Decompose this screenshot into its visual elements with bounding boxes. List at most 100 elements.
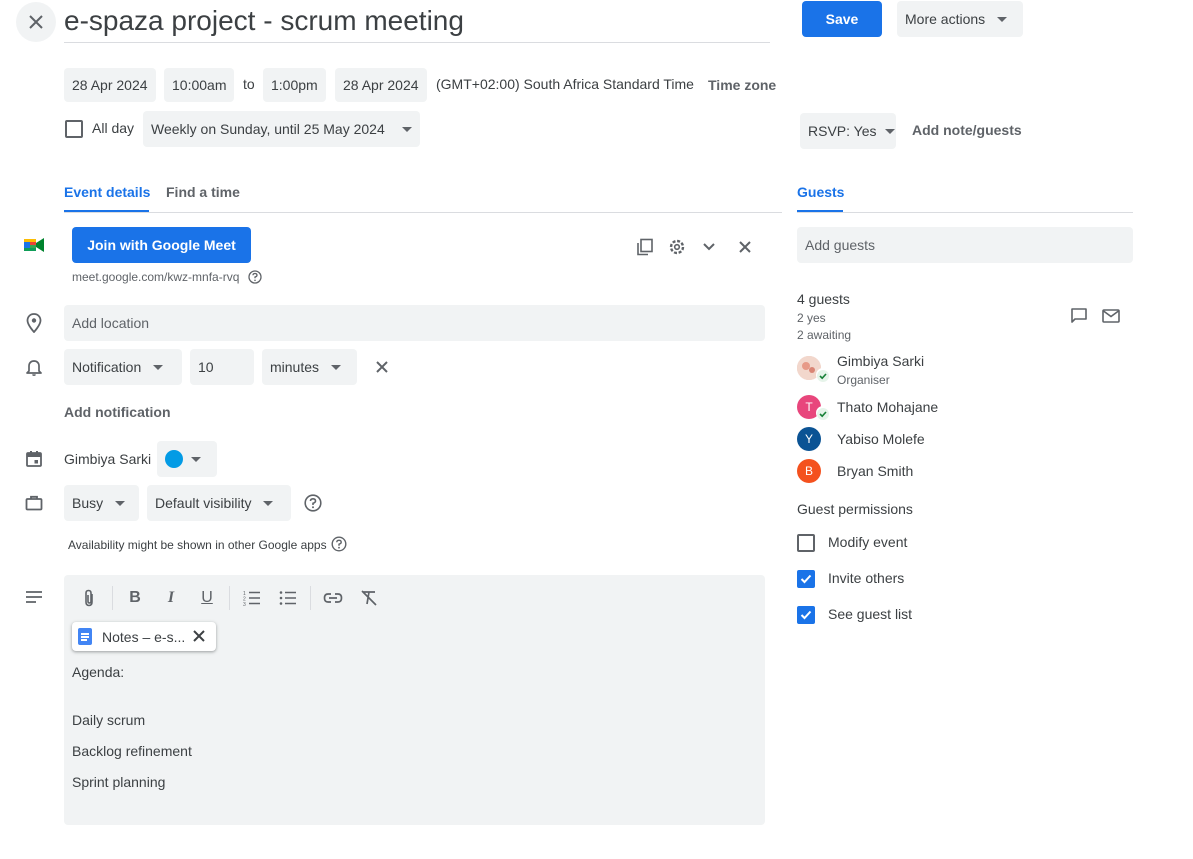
avatar-initial: Y [804, 432, 813, 446]
tab-find-a-time[interactable]: Find a time [166, 184, 240, 200]
save-button[interactable]: Save [802, 1, 882, 37]
avatar: Y [797, 427, 821, 451]
description-line: Backlog refinement [72, 743, 192, 759]
invite-others-checkbox[interactable] [797, 570, 815, 588]
notification-type-dropdown[interactable]: Notification [64, 349, 182, 385]
help-icon[interactable] [248, 270, 262, 284]
visibility-text: Default visibility [155, 495, 252, 511]
guest-row[interactable]: T Thato Mohajane [797, 395, 1133, 423]
bell-icon [24, 357, 44, 377]
numbered-list-icon[interactable]: 123 [242, 588, 262, 608]
link-icon[interactable] [323, 588, 343, 608]
remove-attachment-icon[interactable] [192, 629, 206, 643]
recurrence-dropdown[interactable]: Weekly on Sunday, until 25 May 2024 [143, 111, 420, 147]
guest-row[interactable]: B Bryan Smith [797, 459, 1133, 487]
copy-icon[interactable] [635, 237, 655, 257]
visibility-dropdown[interactable]: Default visibility [147, 485, 291, 521]
accepted-check-icon [816, 368, 830, 382]
rsvp-dropdown[interactable]: RSVP: Yes [800, 113, 896, 149]
notification-amount-input[interactable]: 10 [190, 349, 254, 385]
event-title-input[interactable]: e-spaza project - scrum meeting [64, 4, 770, 43]
start-date-text: 28 Apr 2024 [72, 77, 148, 93]
help-icon[interactable] [303, 493, 323, 513]
permission-label: Modify event [828, 534, 908, 550]
end-date-text: 28 Apr 2024 [343, 77, 419, 93]
svg-text:3: 3 [243, 602, 246, 606]
join-google-meet-button[interactable]: Join with Google Meet [72, 227, 251, 263]
accepted-check-icon [816, 406, 830, 420]
attachment-chip[interactable]: Notes – e-s... [72, 622, 216, 651]
google-meet-icon [24, 236, 44, 254]
remove-notification-icon[interactable] [372, 357, 392, 377]
meet-link[interactable]: meet.google.com/kwz-mnfa-rvq [72, 270, 239, 284]
briefcase-icon [24, 493, 44, 513]
guest-count: 4 guests [797, 291, 850, 307]
notification-unit-dropdown[interactable]: minutes [262, 349, 357, 385]
start-date-picker[interactable]: 28 Apr 2024 [64, 68, 156, 102]
chevron-down-icon [115, 500, 126, 506]
see-guest-list-checkbox[interactable] [797, 606, 815, 624]
help-icon[interactable] [331, 536, 347, 552]
all-day-checkbox[interactable] [65, 120, 83, 138]
add-guests-input[interactable]: Add guests [797, 227, 1133, 263]
calendar-color-swatch [165, 450, 183, 468]
guest-name: Bryan Smith [837, 463, 914, 479]
end-time-text: 1:00pm [271, 77, 318, 93]
location-pin-icon [24, 312, 44, 334]
guest-name: Yabiso Molefe [837, 431, 925, 447]
guest-role: Organiser [837, 373, 890, 387]
avatar-initial: T [805, 400, 813, 414]
toolbar-divider [229, 586, 230, 610]
close-icon[interactable] [16, 2, 56, 42]
location-input[interactable]: Add location [64, 305, 765, 341]
remove-meet-icon[interactable] [735, 237, 755, 257]
guest-row[interactable]: Y Yabiso Molefe [797, 427, 1133, 455]
attachment-icon[interactable] [79, 588, 99, 608]
clear-formatting-icon[interactable] [359, 588, 379, 608]
end-date-picker[interactable]: 28 Apr 2024 [335, 68, 427, 102]
start-time-picker[interactable]: 10:00am [164, 68, 235, 102]
more-actions-label: More actions [905, 11, 986, 27]
permission-label: Invite others [828, 570, 905, 586]
guest-name: Thato Mohajane [837, 399, 939, 415]
permission-label: See guest list [828, 606, 913, 622]
join-google-meet-label: Join with Google Meet [87, 237, 236, 253]
email-icon[interactable] [1101, 306, 1121, 326]
bulleted-list-icon[interactable] [278, 588, 298, 608]
tab-guests[interactable]: Guests [797, 184, 844, 200]
description-editor[interactable] [64, 575, 765, 825]
chevron-down-icon [884, 128, 895, 134]
add-note-guests-button[interactable]: Add note/guests [912, 122, 1022, 138]
notification-unit-text: minutes [270, 359, 320, 375]
guest-awaiting-count: 2 awaiting [797, 328, 852, 342]
busy-dropdown[interactable]: Busy [64, 485, 139, 521]
gear-icon[interactable] [667, 237, 687, 257]
tab-event-details[interactable]: Event details [64, 184, 150, 200]
avatar: B [797, 459, 821, 483]
end-time-picker[interactable]: 1:00pm [263, 68, 326, 102]
description-line: Sprint planning [72, 774, 166, 790]
notification-type-text: Notification [72, 359, 142, 375]
chat-icon[interactable] [1069, 306, 1089, 326]
description-line: Daily scrum [72, 712, 146, 728]
location-placeholder: Add location [72, 315, 150, 331]
chevron-down-icon [191, 456, 201, 462]
timezone-button[interactable]: Time zone [708, 77, 776, 93]
add-notification-button[interactable]: Add notification [64, 404, 171, 420]
recurrence-text: Weekly on Sunday, until 25 May 2024 [151, 121, 385, 137]
underline-icon[interactable]: U [197, 588, 217, 608]
chevron-down-icon [997, 16, 1008, 22]
italic-icon[interactable]: I [161, 588, 181, 608]
guest-permissions-title: Guest permissions [797, 501, 913, 517]
bold-icon[interactable]: B [125, 588, 145, 608]
timezone-text: (GMT+02:00) South Africa Standard Time [436, 76, 694, 92]
modify-event-checkbox[interactable] [797, 534, 815, 552]
chevron-down-icon[interactable] [699, 237, 719, 257]
save-button-label: Save [825, 11, 859, 27]
calendar-color-dropdown[interactable] [157, 441, 217, 477]
guest-row[interactable]: Gimbiya Sarki Organiser [797, 352, 1133, 388]
guest-name: Gimbiya Sarki [837, 353, 925, 369]
start-time-text: 10:00am [172, 77, 227, 93]
more-actions-button[interactable]: More actions [897, 1, 1023, 37]
busy-text: Busy [72, 495, 104, 511]
